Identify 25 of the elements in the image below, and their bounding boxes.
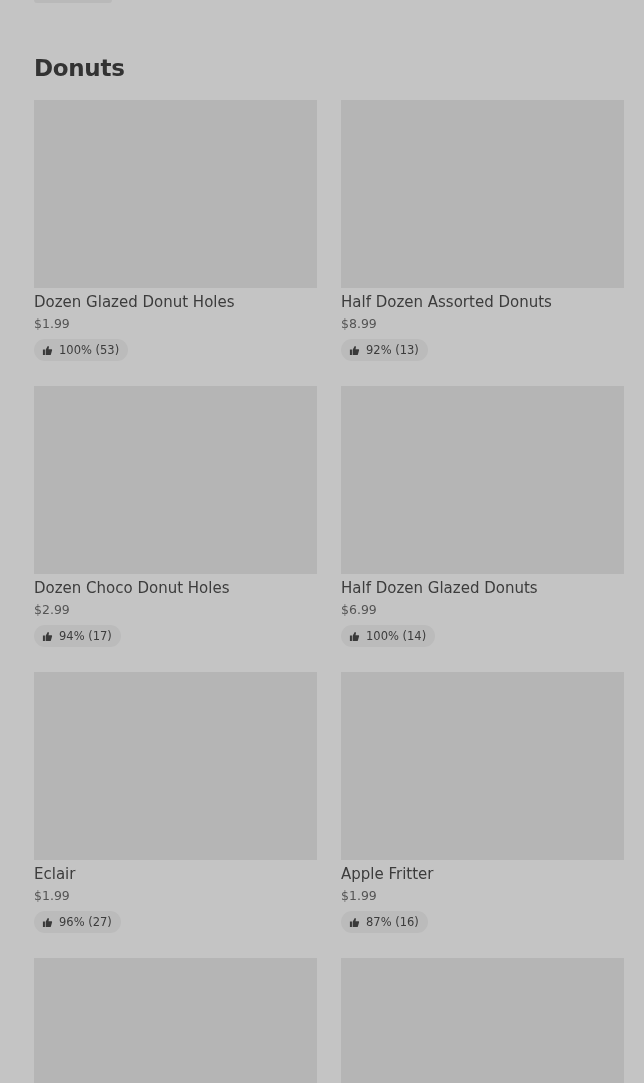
- product-price: $8.99: [341, 315, 378, 333]
- thumbs-up-icon: [42, 630, 53, 642]
- product-name[interactable]: Eclair: [34, 864, 317, 884]
- rating-text: 94% (17): [59, 629, 112, 643]
- thumbs-up-icon: [42, 916, 53, 928]
- product-price: $6.99: [341, 601, 378, 619]
- thumbs-up-icon: [42, 344, 53, 356]
- thumbs-up-icon: [349, 630, 360, 642]
- product-name[interactable]: Half Dozen Assorted Donuts: [341, 292, 624, 312]
- section-heading: Donuts: [34, 54, 126, 83]
- product-price: $1.99: [341, 887, 378, 905]
- thumbs-up-icon: [349, 344, 360, 356]
- product-price: $1.99: [34, 887, 71, 905]
- rating-text: 96% (27): [59, 915, 112, 929]
- rating-text: 92% (13): [366, 343, 419, 357]
- rating-text: 100% (53): [59, 343, 120, 357]
- rating-text: 87% (16): [366, 915, 419, 929]
- product-name[interactable]: Half Dozen Glazed Donuts: [341, 578, 624, 598]
- product-name[interactable]: Dozen Glazed Donut Holes: [34, 292, 317, 312]
- product-name[interactable]: Apple Fritter: [341, 864, 624, 884]
- rating-text: 100% (14): [366, 629, 427, 643]
- product-name[interactable]: Dozen Choco Donut Holes: [34, 578, 317, 598]
- thumbs-up-icon: [349, 916, 360, 928]
- product-price: $2.99: [34, 601, 71, 619]
- product-price: $1.99: [34, 315, 71, 333]
